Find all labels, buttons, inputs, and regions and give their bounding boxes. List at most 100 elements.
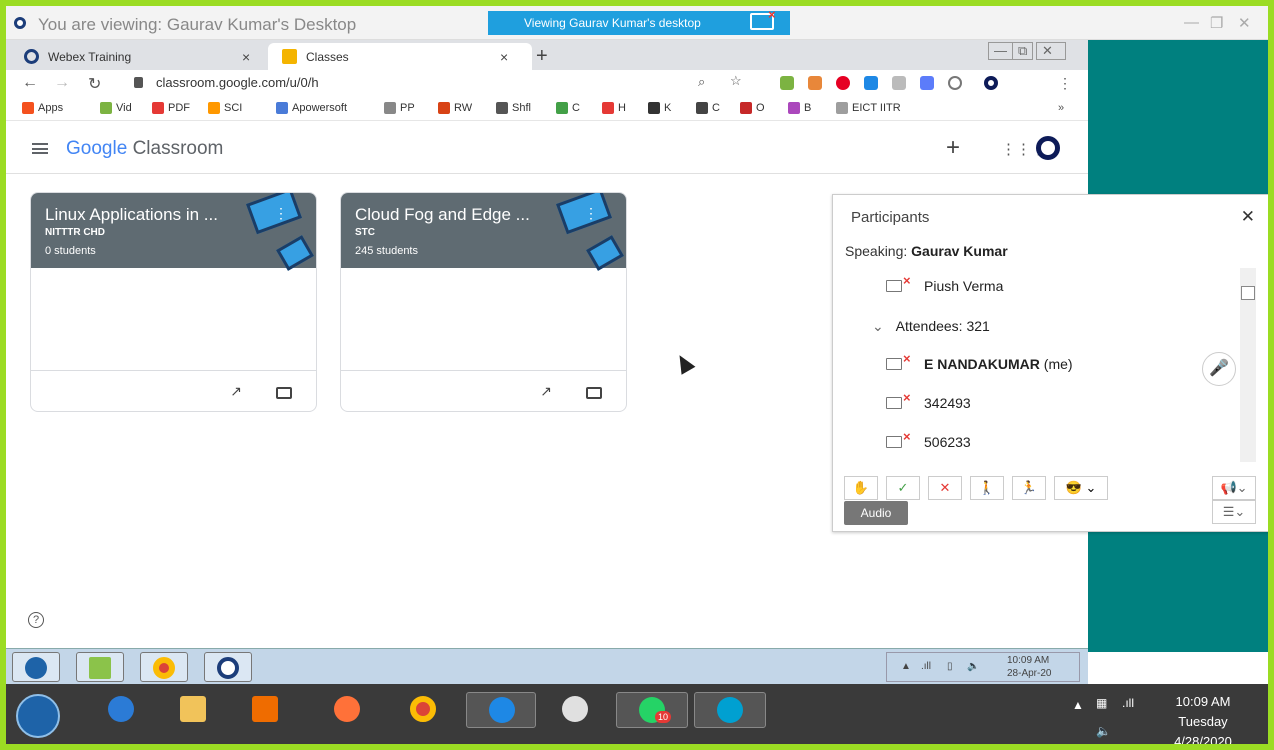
- remote-chrome-icon[interactable]: [140, 652, 188, 682]
- bookmark-vid[interactable]: Vid: [100, 102, 132, 114]
- bookmark-sci[interactable]: SCI: [208, 102, 242, 114]
- close-window-icon[interactable]: ✕: [1238, 14, 1251, 32]
- class-card-cloud[interactable]: Cloud Fog and Edge ... ⋮ STC 245 student…: [340, 192, 627, 412]
- tab-webex[interactable]: Webex Training ×: [10, 43, 262, 70]
- trending-icon[interactable]: ↗: [540, 383, 552, 400]
- new-tab-button[interactable]: +: [536, 45, 548, 68]
- help-icon[interactable]: ?: [28, 612, 44, 628]
- extension-d-icon[interactable]: [864, 76, 878, 90]
- participants-scrollbar[interactable]: [1240, 268, 1256, 462]
- chrome-taskbar-icon[interactable]: [400, 692, 444, 728]
- extension-cursor-icon[interactable]: [920, 76, 934, 90]
- volume-icon[interactable]: 🔈: [967, 661, 979, 672]
- class-title[interactable]: Cloud Fog and Edge ...: [355, 205, 530, 225]
- bookmark-pdf[interactable]: PDF: [152, 102, 190, 114]
- bookmark-b[interactable]: B: [788, 102, 811, 114]
- scrollbar-thumb[interactable]: [1241, 286, 1255, 300]
- ie-icon[interactable]: [98, 692, 142, 728]
- remote-webex-icon[interactable]: [204, 652, 252, 682]
- mute-icon[interactable]: 🎤: [1202, 352, 1236, 386]
- reload-icon[interactable]: ↻: [88, 74, 101, 94]
- bookmark-rw[interactable]: RW: [438, 102, 472, 114]
- network-icon[interactable]: ▦: [1096, 696, 1107, 710]
- whatsapp-taskbar-icon[interactable]: 10: [616, 692, 688, 728]
- remote-paint-icon[interactable]: [76, 652, 124, 682]
- bookmark-star-icon[interactable]: ☆: [730, 73, 742, 89]
- bookmark-c[interactable]: C: [556, 102, 580, 114]
- tray-arrow-icon[interactable]: ▲: [901, 661, 911, 672]
- bookmark-apps[interactable]: Apps: [22, 102, 63, 114]
- bookmark-shfl[interactable]: Shfl: [496, 102, 531, 114]
- extension-sheets-icon[interactable]: [780, 76, 794, 90]
- megaphone-dropdown-icon[interactable]: 📢⌄: [1212, 476, 1256, 500]
- bookmarks-overflow-icon[interactable]: »: [1058, 102, 1064, 114]
- trending-icon[interactable]: ↗: [230, 383, 242, 400]
- raise-hand-icon[interactable]: ✋: [844, 476, 878, 500]
- extension-circle-icon[interactable]: [948, 76, 962, 90]
- class-title[interactable]: Linux Applications in ...: [45, 205, 218, 225]
- start-button[interactable]: [16, 694, 60, 738]
- remote-start-button[interactable]: [12, 652, 60, 682]
- forward-icon[interactable]: →: [54, 74, 70, 92]
- bookmark-pp[interactable]: PP: [384, 102, 415, 114]
- bookmark-k[interactable]: K: [648, 102, 671, 114]
- clock[interactable]: 10:09 AM Tuesday 4/28/2020: [1168, 694, 1238, 744]
- class-card-linux[interactable]: Linux Applications in ... ⋮ NITTTR CHD 0…: [30, 192, 317, 412]
- audio-button[interactable]: Audio: [844, 501, 908, 525]
- card-more-icon[interactable]: ⋮: [274, 205, 288, 222]
- extension-pinterest-icon[interactable]: [836, 76, 850, 90]
- media-icon[interactable]: [242, 692, 286, 728]
- bookmark-icon: [438, 102, 450, 114]
- classroom-logo[interactable]: Google Classroom: [66, 138, 223, 160]
- signal-icon: .ıll: [1122, 696, 1134, 710]
- bookmark-icon: [648, 102, 660, 114]
- folder-icon[interactable]: [276, 387, 292, 399]
- firefox-taskbar-icon[interactable]: [324, 692, 368, 728]
- card-more-icon[interactable]: ⋮: [584, 205, 598, 222]
- zoom-icon[interactable]: ⌕: [698, 74, 705, 90]
- close-panel-icon[interactable]: ✕: [1241, 207, 1255, 227]
- tab-classes[interactable]: Classes ×: [268, 43, 532, 70]
- edge-taskbar-icon[interactable]: [466, 692, 536, 728]
- no-x-icon[interactable]: ✕: [928, 476, 962, 500]
- go-faster-icon[interactable]: 🏃: [1012, 476, 1046, 500]
- extension-gray-icon[interactable]: [892, 76, 906, 90]
- attendees-group[interactable]: ⌄ Attendees: 321: [872, 318, 990, 335]
- bookmark-label: PDF: [168, 102, 190, 114]
- back-icon[interactable]: ←: [22, 74, 38, 92]
- tab-close-icon[interactable]: ×: [242, 49, 250, 65]
- extension-metamask-icon[interactable]: [808, 76, 822, 90]
- remote-desktop-frame: You are viewing: Gaurav Kumar's Desktop …: [6, 6, 1268, 744]
- bookmark-label: K: [664, 102, 672, 114]
- upload-taskbar-icon[interactable]: [552, 692, 596, 728]
- minimize-icon[interactable]: —: [1184, 14, 1199, 31]
- profile-icon[interactable]: [984, 76, 998, 90]
- webex-taskbar-icon[interactable]: [694, 692, 766, 728]
- folder-icon[interactable]: [586, 387, 602, 399]
- tab-close-icon[interactable]: ×: [500, 49, 508, 65]
- bookmark-eict[interactable]: EICT IITR: [836, 102, 901, 114]
- bookmark-c2[interactable]: C: [696, 102, 720, 114]
- yes-check-icon[interactable]: ✓: [886, 476, 920, 500]
- go-slower-icon[interactable]: 🚶: [970, 476, 1004, 500]
- viewing-badge[interactable]: Viewing Gaurav Kumar's desktop: [488, 7, 790, 35]
- signal-icon: .ıll: [921, 661, 931, 672]
- account-avatar[interactable]: [1036, 136, 1060, 160]
- emoji-dropdown-icon[interactable]: 😎 ⌄: [1054, 476, 1108, 500]
- speaking-name: Gaurav Kumar: [911, 243, 1008, 259]
- hamburger-menu-icon[interactable]: [32, 143, 48, 154]
- list-options-icon[interactable]: ☰⌄: [1212, 500, 1256, 524]
- chrome-menu-icon[interactable]: ⋮: [1058, 75, 1072, 92]
- bookmark-h[interactable]: H: [602, 102, 626, 114]
- tray-arrow-icon[interactable]: ▲: [1072, 698, 1084, 712]
- bookmark-o[interactable]: O: [740, 102, 765, 114]
- bookmark-apowersoft[interactable]: Apowersoft: [276, 102, 347, 114]
- chrome-minimize-icon[interactable]: —: [988, 42, 1013, 60]
- chrome-close-icon[interactable]: ✕: [1036, 42, 1066, 60]
- explorer-icon[interactable]: [170, 692, 214, 728]
- add-class-icon[interactable]: +: [946, 134, 960, 162]
- restore-icon[interactable]: ❐: [1210, 14, 1223, 32]
- chrome-restore-icon[interactable]: ⧉: [1012, 42, 1034, 60]
- address-bar[interactable]: classroom.google.com/u/0/h ⌕ ☆: [118, 72, 758, 94]
- volume-icon[interactable]: 🔈: [1096, 724, 1111, 738]
